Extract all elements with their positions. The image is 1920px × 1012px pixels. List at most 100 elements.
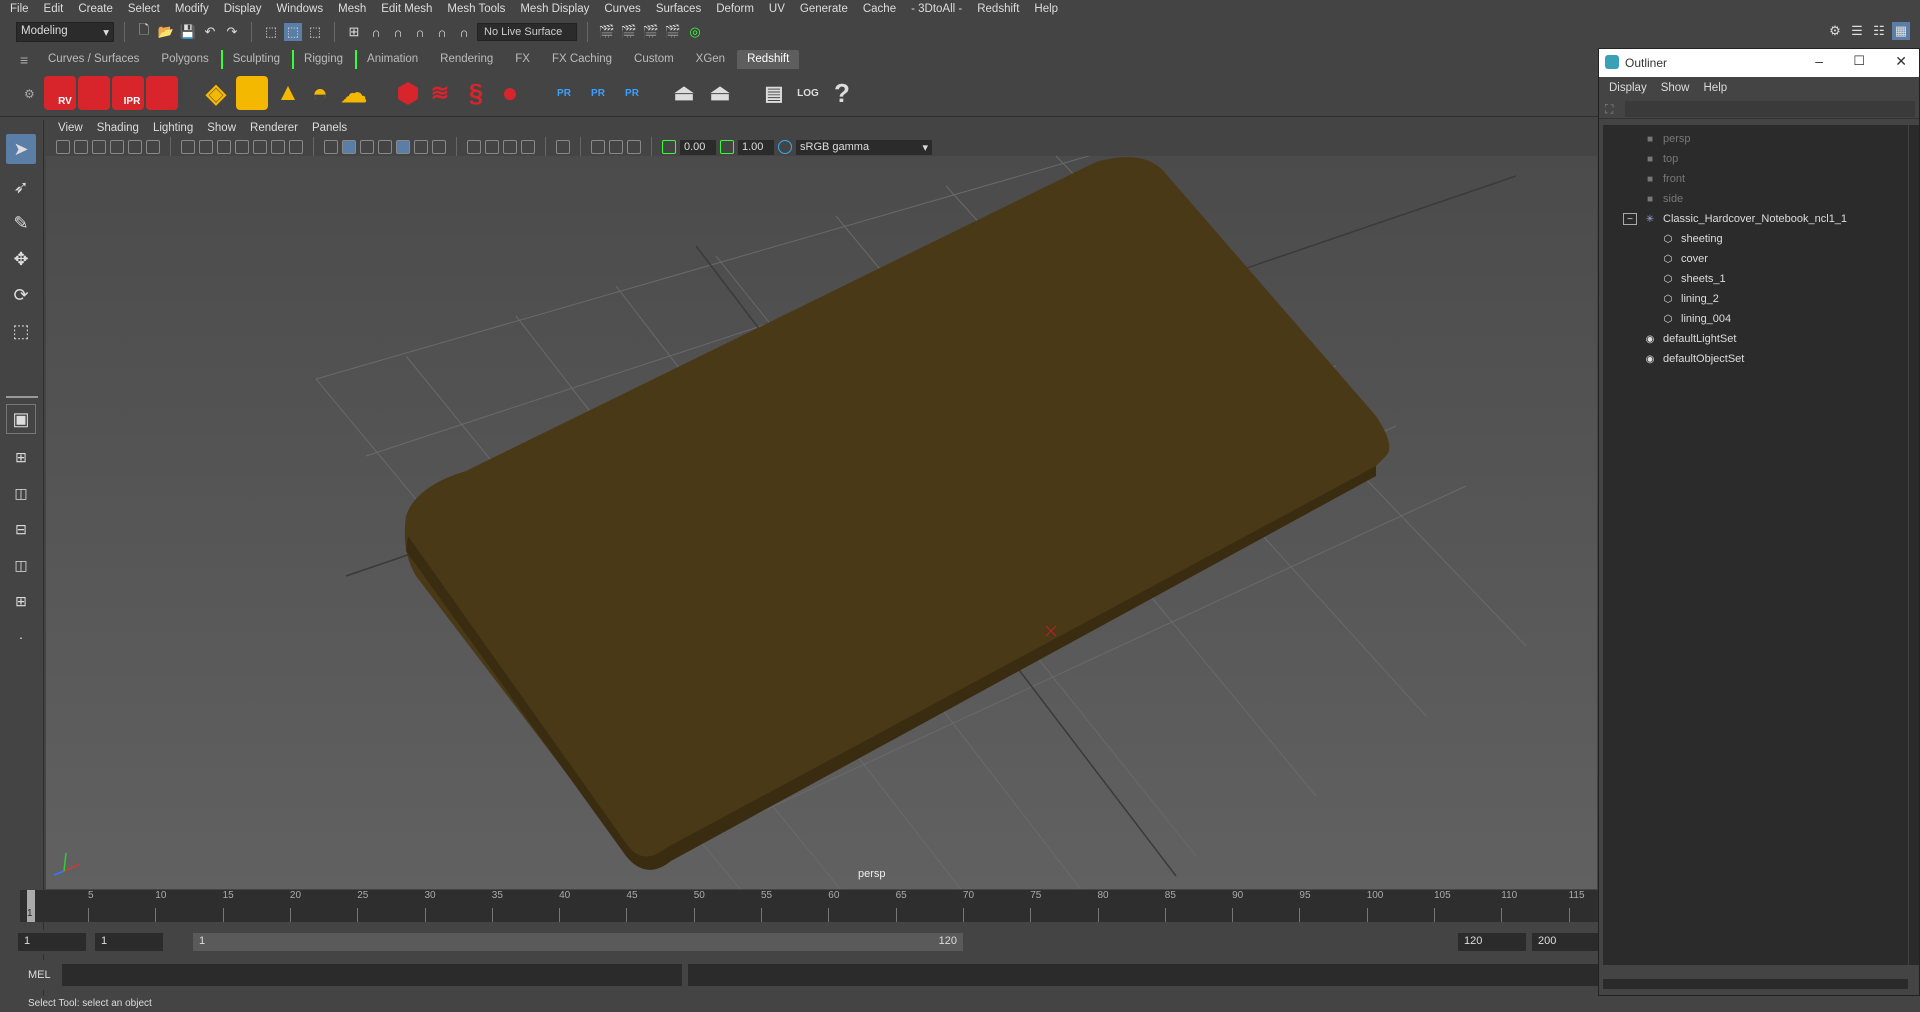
grease-pencil-icon[interactable] [146, 140, 160, 154]
menu-cache[interactable]: Cache [857, 0, 905, 18]
tree-item-default-light-set[interactable]: ◉ defaultLightSet [1643, 329, 1737, 349]
smooth-shade-icon[interactable] [342, 140, 356, 154]
lasso-tool-icon[interactable]: ➶ [6, 172, 36, 202]
attribute-editor-icon[interactable]: ☰ [1848, 22, 1866, 40]
collapse-icon[interactable]: − [1623, 213, 1637, 225]
panel-menu-view[interactable]: View [54, 122, 87, 134]
menu-mesh-display[interactable]: Mesh Display [514, 0, 598, 18]
menu-edit[interactable]: Edit [38, 0, 73, 18]
snap-view-icon[interactable]: ∩ [411, 23, 429, 41]
script-editor-icon[interactable]: ▤ [758, 76, 790, 110]
default-material-icon[interactable] [360, 140, 374, 154]
gamma-field[interactable]: 1.00 [738, 139, 774, 155]
menu-deform[interactable]: Deform [710, 0, 763, 18]
camera-icon[interactable] [56, 140, 70, 154]
scene-start-field[interactable]: 1 [18, 933, 86, 951]
menu-generate[interactable]: Generate [794, 0, 857, 18]
persp-outliner-layout-icon[interactable]: ◫ [6, 550, 36, 580]
tree-item-group[interactable]: − ✳ Classic_Hardcover_Notebook_ncl1_1 [1623, 209, 1847, 229]
panel-menu-shading[interactable]: Shading [93, 122, 143, 134]
snap-surface-icon[interactable]: ∩ [433, 23, 451, 41]
paint-select-icon[interactable]: ✎ [6, 208, 36, 238]
render-frame-icon[interactable]: 🎬 [598, 23, 616, 41]
new-scene-icon[interactable]: 🗋 [135, 22, 153, 41]
xray-icon[interactable] [591, 140, 605, 154]
snap-live-icon[interactable]: ∩ [455, 23, 473, 41]
safe-action-icon[interactable] [271, 140, 285, 154]
2d-pan-zoom-icon[interactable] [128, 140, 142, 154]
tab-curves-surfaces[interactable]: Curves / Surfaces [38, 50, 150, 69]
tab-polygons[interactable]: Polygons [151, 50, 219, 69]
command-input[interactable] [62, 964, 682, 986]
persp-graph-layout-icon[interactable]: ⊟ [6, 514, 36, 544]
motion-blur-icon[interactable] [485, 140, 499, 154]
mode-selector[interactable]: Modeling ▾ [16, 22, 114, 42]
hypershade-layout-icon[interactable]: ⊞ [6, 586, 36, 616]
tab-rigging[interactable]: Rigging [292, 50, 354, 69]
shelf-gear-icon[interactable]: ⚙ [24, 87, 35, 101]
menu-edit-mesh[interactable]: Edit Mesh [375, 0, 441, 18]
persp-viewport[interactable]: persp [46, 156, 1597, 889]
resolution-gate-icon[interactable] [217, 140, 231, 154]
safe-title-icon[interactable] [289, 140, 303, 154]
menu-windows[interactable]: Windows [270, 0, 332, 18]
tree-item-sheets[interactable]: ⬡ sheets_1 [1661, 269, 1726, 289]
wireframe-icon[interactable] [324, 140, 338, 154]
log-icon[interactable]: LOG [792, 76, 824, 110]
bake-icon[interactable]: ⏏ [668, 76, 700, 110]
pr-sync-icon[interactable]: PR [616, 76, 648, 110]
screen-space-ao-icon[interactable] [467, 140, 481, 154]
live-surface-field[interactable]: No Live Surface [477, 23, 577, 41]
tab-fx-caching[interactable]: FX Caching [541, 50, 623, 69]
range-slider[interactable]: 1 120 [193, 933, 963, 951]
playback-end-field[interactable]: 120 [1458, 933, 1526, 951]
menu-mesh[interactable]: Mesh [332, 0, 375, 18]
four-view-layout-icon[interactable]: ⊞ [6, 442, 36, 472]
modeling-toolkit-icon[interactable]: ⚙ [1826, 22, 1844, 40]
outliner-titlebar[interactable]: Outliner – ☐ ✕ [1599, 49, 1919, 77]
shelf-menu-icon[interactable]: ≡ [20, 52, 28, 68]
tree-item-persp[interactable]: ■ persp [1643, 129, 1691, 149]
mel-label[interactable]: MEL [28, 969, 51, 981]
render-settings-icon[interactable]: 🎬 [642, 23, 660, 41]
menu-3dtoall[interactable]: - 3DtoAll - [905, 0, 971, 18]
tree-item-side[interactable]: ■ side [1643, 189, 1683, 209]
render-view-icon[interactable]: ◎ [686, 23, 704, 41]
tab-sculpting[interactable]: Sculpting [220, 50, 291, 69]
rotate-tool-icon[interactable]: ⟳ [6, 280, 36, 310]
help-icon[interactable]: ? [826, 76, 858, 110]
menu-modify[interactable]: Modify [169, 0, 218, 18]
snap-point-icon[interactable]: ∩ [389, 23, 407, 41]
menu-help[interactable]: Help [1028, 0, 1067, 18]
menu-uv[interactable]: UV [763, 0, 794, 18]
ipr-render-icon[interactable]: 🎬 [620, 23, 638, 41]
redshift-settings-icon[interactable] [146, 76, 178, 110]
filter-icon[interactable]: ⛶ [1605, 102, 1613, 117]
color-management-icon[interactable] [778, 140, 792, 154]
redshift-ipr-icon[interactable]: IPR [112, 76, 144, 110]
more-layouts-icon[interactable]: · [6, 622, 36, 652]
lights-icon[interactable] [414, 140, 428, 154]
panel-menu-panels[interactable]: Panels [308, 122, 351, 134]
depth-of-field-icon[interactable] [521, 140, 535, 154]
panel-menu-show[interactable]: Show [203, 122, 240, 134]
outliner-menu-display[interactable]: Display [1609, 82, 1647, 94]
time-slider[interactable]: 1 5 10 15 20 25 30 35 40 45 50 55 60 65 70 75 80 85 90 95 1… [20, 890, 1598, 922]
select-hierarchy-icon[interactable]: ⬚ [262, 23, 280, 41]
minimize-icon[interactable]: – [1815, 53, 1823, 69]
scene-end-field[interactable]: 200 [1532, 933, 1598, 951]
channel-box-icon[interactable]: ▦ [1892, 22, 1910, 40]
maximize-icon[interactable]: ☐ [1853, 53, 1865, 69]
menu-redshift[interactable]: Redshift [971, 0, 1028, 18]
exposure-field[interactable]: 0.00 [680, 139, 716, 155]
single-view-layout-icon[interactable]: ▣ [6, 404, 36, 434]
menu-create[interactable]: Create [72, 0, 122, 18]
outliner-horizontal-scrollbar[interactable] [1603, 979, 1908, 989]
pr-export-icon[interactable]: PR [582, 76, 614, 110]
menu-display[interactable]: Display [218, 0, 271, 18]
menu-select[interactable]: Select [122, 0, 169, 18]
xray-components-icon[interactable] [627, 140, 641, 154]
proxy-icon[interactable]: ⬢ [392, 76, 424, 110]
snap-grid-icon[interactable]: ⊞ [345, 23, 363, 41]
sphere-icon[interactable]: ● [494, 76, 526, 110]
